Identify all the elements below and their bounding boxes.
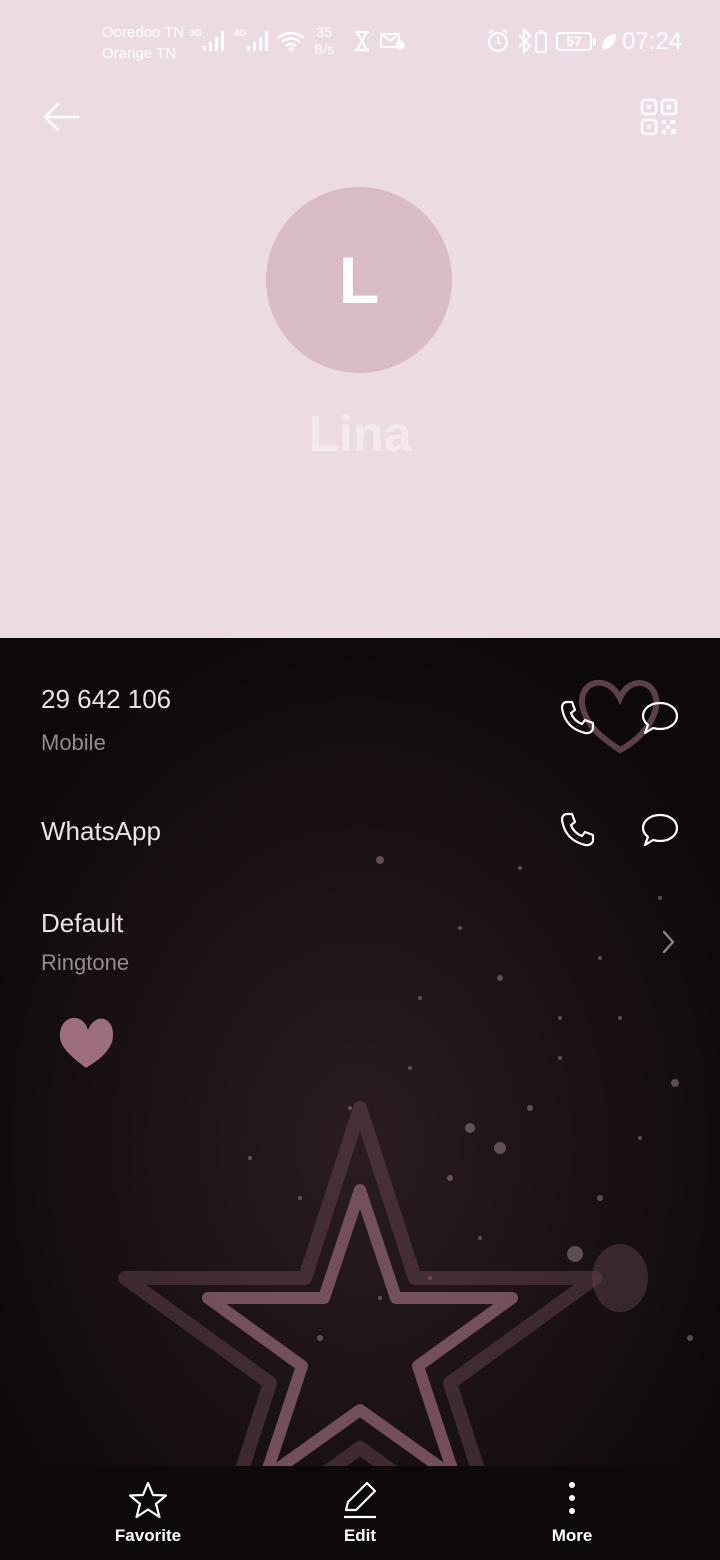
favorite-button[interactable]: Favorite bbox=[78, 1466, 218, 1560]
contact-header: Ooredoo TN Orange TN 3G 4G 35 B/s 57 07:… bbox=[0, 0, 720, 638]
message-button[interactable] bbox=[640, 698, 680, 738]
whatsapp-call-button[interactable] bbox=[557, 810, 597, 850]
whatsapp-message-button[interactable] bbox=[640, 810, 680, 850]
network-type-1: 3G bbox=[190, 28, 203, 38]
more-vertical-icon bbox=[569, 1482, 575, 1514]
whatsapp-label: WhatsApp bbox=[41, 816, 161, 846]
signal-strength-icon bbox=[247, 31, 268, 51]
contact-details: 29 642 106 Mobile WhatsApp Default Ringt… bbox=[0, 638, 720, 1560]
carrier-names: Ooredoo TN Orange TN bbox=[102, 22, 184, 64]
more-label: More bbox=[551, 1526, 593, 1545]
ringtone-value: Default bbox=[41, 908, 124, 938]
contact-name: Lina bbox=[308, 406, 412, 462]
theme-wallpaper bbox=[0, 638, 720, 1560]
alarm-icon bbox=[487, 29, 509, 53]
ringtone-label: Ringtone bbox=[41, 950, 130, 975]
clock: 07:24 bbox=[622, 28, 683, 55]
hourglass-icon bbox=[355, 30, 369, 52]
leaf-icon bbox=[602, 34, 616, 50]
edit-button[interactable]: Edit bbox=[290, 1466, 430, 1560]
phone-type: Mobile bbox=[41, 730, 106, 755]
battery-saver-icon bbox=[535, 30, 547, 53]
status-bar: Ooredoo TN Orange TN 3G 4G 35 B/s 57 07:… bbox=[0, 0, 720, 80]
qr-code-button[interactable] bbox=[638, 96, 680, 138]
battery-level: 57 bbox=[556, 32, 596, 51]
bluetooth-icon bbox=[518, 28, 532, 54]
edit-label: Edit bbox=[343, 1526, 377, 1545]
pencil-icon bbox=[344, 1481, 377, 1519]
star-icon bbox=[128, 1481, 168, 1519]
more-button[interactable]: More bbox=[502, 1466, 642, 1560]
chevron-right-icon bbox=[662, 930, 675, 954]
wifi-icon bbox=[277, 31, 305, 51]
signal-strength-icon bbox=[203, 31, 224, 51]
carrier-1: Ooredoo TN bbox=[102, 24, 185, 41]
contact-avatar[interactable]: L bbox=[266, 187, 452, 373]
bottom-action-bar: Favorite Edit More bbox=[0, 1466, 720, 1560]
speed-value: 35 bbox=[316, 24, 332, 40]
mail-settings-icon bbox=[380, 33, 405, 50]
phone-number-row[interactable]: 29 642 106 Mobile bbox=[0, 682, 720, 772]
whatsapp-row[interactable]: WhatsApp bbox=[0, 808, 720, 858]
speed-unit: B/s bbox=[314, 41, 335, 57]
back-button[interactable] bbox=[40, 96, 82, 138]
call-button[interactable] bbox=[557, 698, 597, 738]
carrier-2: Orange TN bbox=[102, 45, 176, 62]
ringtone-row[interactable]: Default Ringtone bbox=[0, 904, 720, 980]
network-speed: 35 B/s bbox=[314, 24, 334, 58]
favorite-label: Favorite bbox=[114, 1526, 182, 1545]
phone-number: 29 642 106 bbox=[41, 684, 172, 714]
network-type-2: 4G bbox=[234, 28, 247, 38]
